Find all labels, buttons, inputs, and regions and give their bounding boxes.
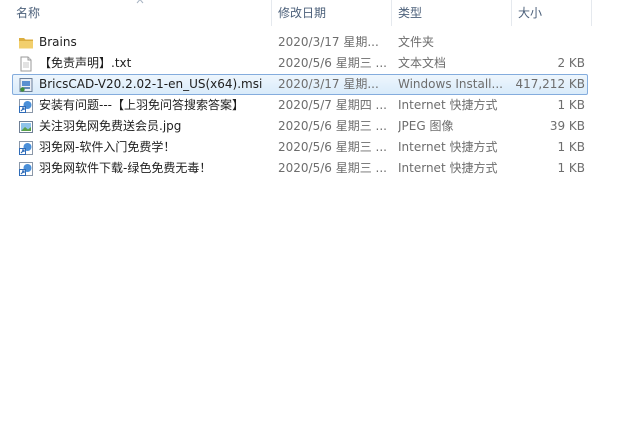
file-size: 1 KB	[557, 161, 585, 175]
column-header-size[interactable]: 大小	[512, 0, 592, 26]
file-size: 1 KB	[557, 140, 585, 154]
file-row-membership-jpg[interactable]: 关注羽免网免费送会员.jpg 2020/5/6 星期三 ... JPEG 图像 …	[12, 116, 588, 137]
file-type: Internet 快捷方式	[398, 98, 498, 112]
file-name: 【免责声明】.txt	[39, 56, 132, 70]
file-size	[513, 33, 585, 52]
file-name: 安装有问题---【上羽免问答搜索答案】	[39, 98, 244, 112]
image-file-icon	[19, 121, 33, 133]
file-type: JPEG 图像	[398, 119, 454, 133]
sort-ascending-icon	[136, 0, 144, 4]
file-date: 2020/5/6 星期三 ...	[278, 161, 387, 175]
file-type: Windows Install...	[398, 77, 503, 91]
file-date: 2020/5/6 星期三 ...	[278, 56, 387, 70]
file-name: BricsCAD-V20.2.02-1-en_US(x64).msi	[39, 77, 263, 91]
file-name: 羽免网软件下载-绿色免费无毒！	[39, 161, 212, 175]
file-type: 文本文档	[398, 56, 447, 70]
file-type: Internet 快捷方式	[398, 140, 498, 154]
file-row-bricscad-msi[interactable]: BricsCAD-V20.2.02-1-en_US(x64).msi 2020/…	[12, 74, 588, 95]
file-name: Brains	[39, 35, 77, 49]
file-date: 2020/3/17 星期...	[278, 77, 379, 91]
internet-shortcut-icon	[19, 162, 33, 176]
file-row-disclaimer-txt[interactable]: 【免责声明】.txt 2020/5/6 星期三 ... 文本文档 2 KB	[12, 53, 588, 74]
internet-shortcut-icon	[19, 141, 33, 155]
file-row-download-shortcut[interactable]: 羽免网软件下载-绿色免费无毒！ 2020/5/6 星期三 ... Interne…	[12, 158, 588, 179]
column-header-date[interactable]: 修改日期	[272, 0, 391, 26]
file-name: 关注羽免网免费送会员.jpg	[39, 119, 182, 133]
file-size: 39 KB	[549, 119, 585, 133]
internet-shortcut-icon	[19, 99, 33, 113]
file-row-brains[interactable]: Brains 2020/3/17 星期... 文件夹	[12, 32, 588, 53]
file-date: 2020/3/17 星期...	[278, 35, 379, 49]
file-size: 1 KB	[557, 98, 585, 112]
file-size: 2 KB	[557, 56, 585, 70]
folder-icon	[19, 38, 33, 49]
installer-icon	[19, 78, 33, 92]
file-date: 2020/5/6 星期三 ...	[278, 119, 387, 133]
file-date: 2020/5/7 星期四 ...	[278, 98, 387, 112]
column-divider[interactable]	[591, 0, 592, 26]
file-name: 羽免网-软件入门免费学！	[39, 140, 176, 154]
file-type: Internet 快捷方式	[398, 161, 498, 175]
file-size: 417,212 KB	[515, 77, 585, 91]
file-row-learn-free-shortcut[interactable]: 羽免网-软件入门免费学！ 2020/5/6 星期三 ... Internet 快…	[12, 137, 588, 158]
file-row-install-help-shortcut[interactable]: 安装有问题---【上羽免问答搜索答案】 2020/5/7 星期四 ... Int…	[12, 95, 588, 116]
file-date: 2020/5/6 星期三 ...	[278, 140, 387, 154]
text-file-icon	[20, 56, 32, 72]
column-header-bar: 名称 修改日期 类型 大小	[0, 0, 643, 26]
file-type: 文件夹	[398, 35, 435, 49]
column-header-type[interactable]: 类型	[392, 0, 511, 26]
